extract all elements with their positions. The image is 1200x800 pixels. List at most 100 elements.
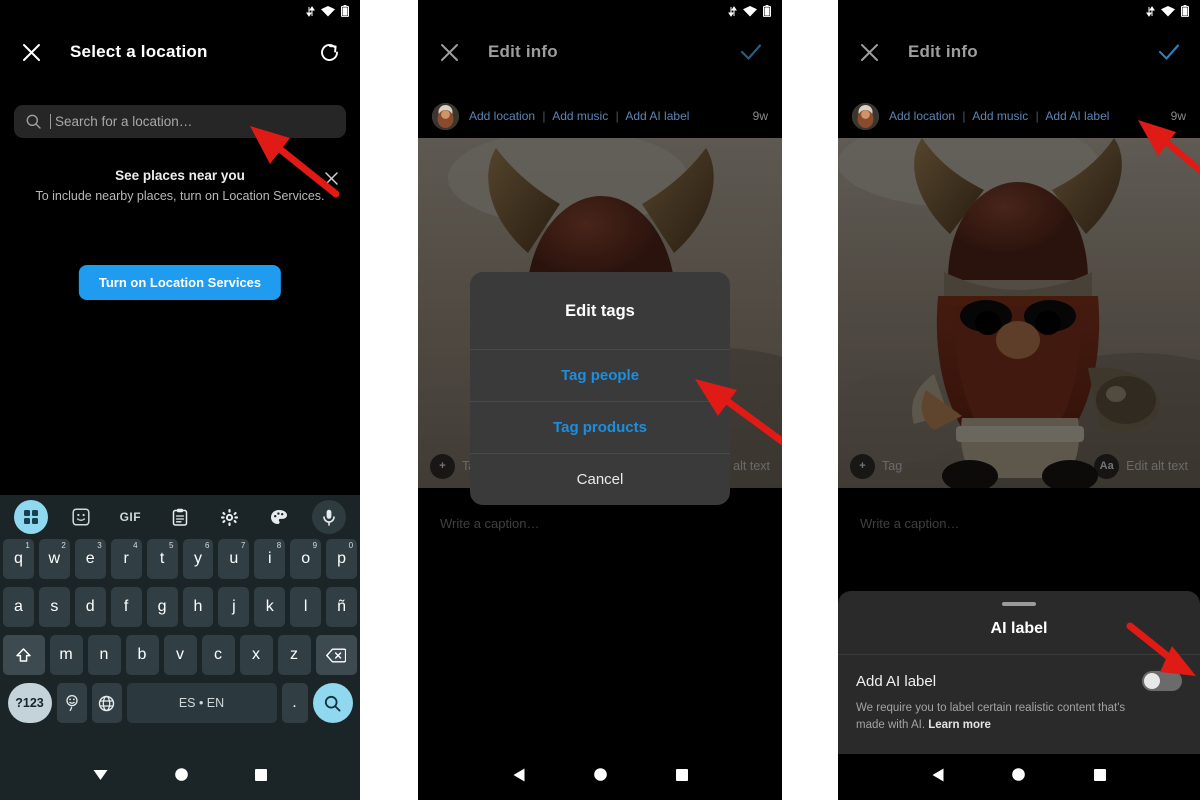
close-icon <box>440 43 458 61</box>
post-meta-row: Add location | Add music | Add AI label … <box>418 96 782 136</box>
key-k[interactable]: k <box>254 587 286 627</box>
key-superscript: 8 <box>276 541 282 550</box>
add-music-link[interactable]: Add music <box>972 109 1028 123</box>
search-action-key[interactable] <box>312 683 353 723</box>
key-h[interactable]: h <box>182 587 214 627</box>
refresh-icon <box>320 43 338 61</box>
turn-on-location-services-button[interactable]: Turn on Location Services <box>78 265 282 300</box>
add-music-link[interactable]: Add music <box>552 109 608 123</box>
shift-key[interactable] <box>3 635 45 675</box>
emoji-key[interactable] <box>56 683 87 723</box>
key-z[interactable]: z <box>277 635 311 675</box>
refresh-button[interactable] <box>314 37 344 67</box>
key-superscript: 5 <box>169 541 174 550</box>
key-e[interactable]: e3 <box>74 539 106 579</box>
search-input[interactable]: Search for a location… <box>14 105 346 138</box>
recents-square-icon <box>675 768 688 781</box>
language-key[interactable] <box>91 683 122 723</box>
key-y[interactable]: y6 <box>182 539 214 579</box>
page-title: Edit info <box>908 42 978 61</box>
clipboard-button[interactable] <box>163 500 197 534</box>
key-n[interactable]: n <box>87 635 121 675</box>
space-key[interactable]: ES • EN <box>126 683 277 723</box>
avatar-illustration <box>852 102 879 130</box>
gif-button[interactable]: GIF <box>113 500 147 534</box>
confirm-button[interactable] <box>1154 37 1184 67</box>
post-age: 9w <box>752 109 768 123</box>
key-q[interactable]: q1 <box>2 539 34 579</box>
header-edit-info: Edit info <box>838 22 1200 82</box>
confirm-button[interactable] <box>736 37 766 67</box>
back-button[interactable] <box>512 767 526 788</box>
toggle-knob <box>1144 673 1160 689</box>
apps-grid-button[interactable] <box>14 500 48 534</box>
add-location-link[interactable]: Add location <box>889 109 955 123</box>
dialog-title: Edit tags <box>565 302 635 320</box>
close-button[interactable] <box>854 37 884 67</box>
recents-button[interactable] <box>1093 768 1107 787</box>
key-p[interactable]: p0 <box>326 539 358 579</box>
keyboard-hide-button[interactable] <box>92 768 109 787</box>
recents-square-icon <box>1093 768 1106 781</box>
page-title: Select a location <box>70 42 208 61</box>
key-d[interactable]: d <box>74 587 106 627</box>
nearby-dismiss-button[interactable] <box>325 172 338 190</box>
keyboard-row-3: mnbvcxz <box>0 635 360 675</box>
nearby-subtitle: To include nearby places, turn on Locati… <box>35 189 325 203</box>
key-u[interactable]: u7 <box>218 539 250 579</box>
close-button[interactable] <box>434 37 464 67</box>
phone-screen-select-location: Select a location Search for a location… <box>0 0 360 800</box>
meta-separator: | <box>1035 109 1039 123</box>
key-l[interactable]: l <box>290 587 322 627</box>
key-x[interactable]: x <box>239 635 273 675</box>
back-button[interactable] <box>931 767 945 788</box>
key-c[interactable]: c <box>201 635 235 675</box>
post-age: 9w <box>1170 109 1186 123</box>
sticker-button[interactable] <box>64 500 98 534</box>
home-circle-icon <box>1012 768 1026 781</box>
home-button[interactable] <box>593 767 608 787</box>
recents-button[interactable] <box>675 768 689 787</box>
key-b[interactable]: b <box>125 635 159 675</box>
add-ai-label-link[interactable]: Add AI label <box>1045 109 1109 123</box>
key-s[interactable]: s <box>38 587 70 627</box>
key-f[interactable]: f <box>110 587 142 627</box>
nearby-title: See places near you <box>115 168 245 183</box>
close-button[interactable] <box>16 37 46 67</box>
add-ai-label-link[interactable]: Add AI label <box>625 109 689 123</box>
add-ai-label-row: Add AI label <box>856 671 1182 691</box>
tag-products-option[interactable]: Tag products <box>470 401 730 453</box>
symbols-key[interactable]: ?123 <box>7 683 52 723</box>
backspace-key[interactable] <box>315 635 357 675</box>
tag-people-option[interactable]: Tag people <box>470 349 730 401</box>
battery-icon <box>1181 5 1189 17</box>
add-location-link[interactable]: Add location <box>469 109 535 123</box>
key-ñ[interactable]: ñ <box>326 587 358 627</box>
ai-label-description: We require you to label certain realisti… <box>856 700 1156 734</box>
avatar <box>852 102 879 130</box>
keyboard-toolbar: GIF <box>0 495 360 539</box>
theme-palette-button[interactable] <box>262 500 296 534</box>
key-r[interactable]: r4 <box>110 539 142 579</box>
key-t[interactable]: t5 <box>146 539 178 579</box>
key-w[interactable]: w2 <box>38 539 70 579</box>
key-v[interactable]: v <box>163 635 197 675</box>
key-j[interactable]: j <box>218 587 250 627</box>
recents-button[interactable] <box>254 768 268 787</box>
keyboard-settings-button[interactable] <box>213 500 247 534</box>
period-key[interactable]: . <box>281 683 308 723</box>
key-a[interactable]: a <box>2 587 34 627</box>
post-meta-row: Add location | Add music | Add AI label … <box>838 96 1200 136</box>
cancel-option[interactable]: Cancel <box>470 453 730 505</box>
emoji-icon <box>65 694 78 712</box>
key-o[interactable]: o9 <box>290 539 322 579</box>
key-m[interactable]: m <box>49 635 83 675</box>
key-i[interactable]: i8 <box>254 539 286 579</box>
key-g[interactable]: g <box>146 587 178 627</box>
home-button[interactable] <box>1011 767 1026 787</box>
voice-input-button[interactable] <box>311 500 346 534</box>
add-ai-label-toggle[interactable] <box>1142 671 1182 691</box>
home-button[interactable] <box>174 767 189 787</box>
learn-more-link[interactable]: Learn more <box>928 719 991 731</box>
header-edit-info: Edit info <box>418 22 782 82</box>
